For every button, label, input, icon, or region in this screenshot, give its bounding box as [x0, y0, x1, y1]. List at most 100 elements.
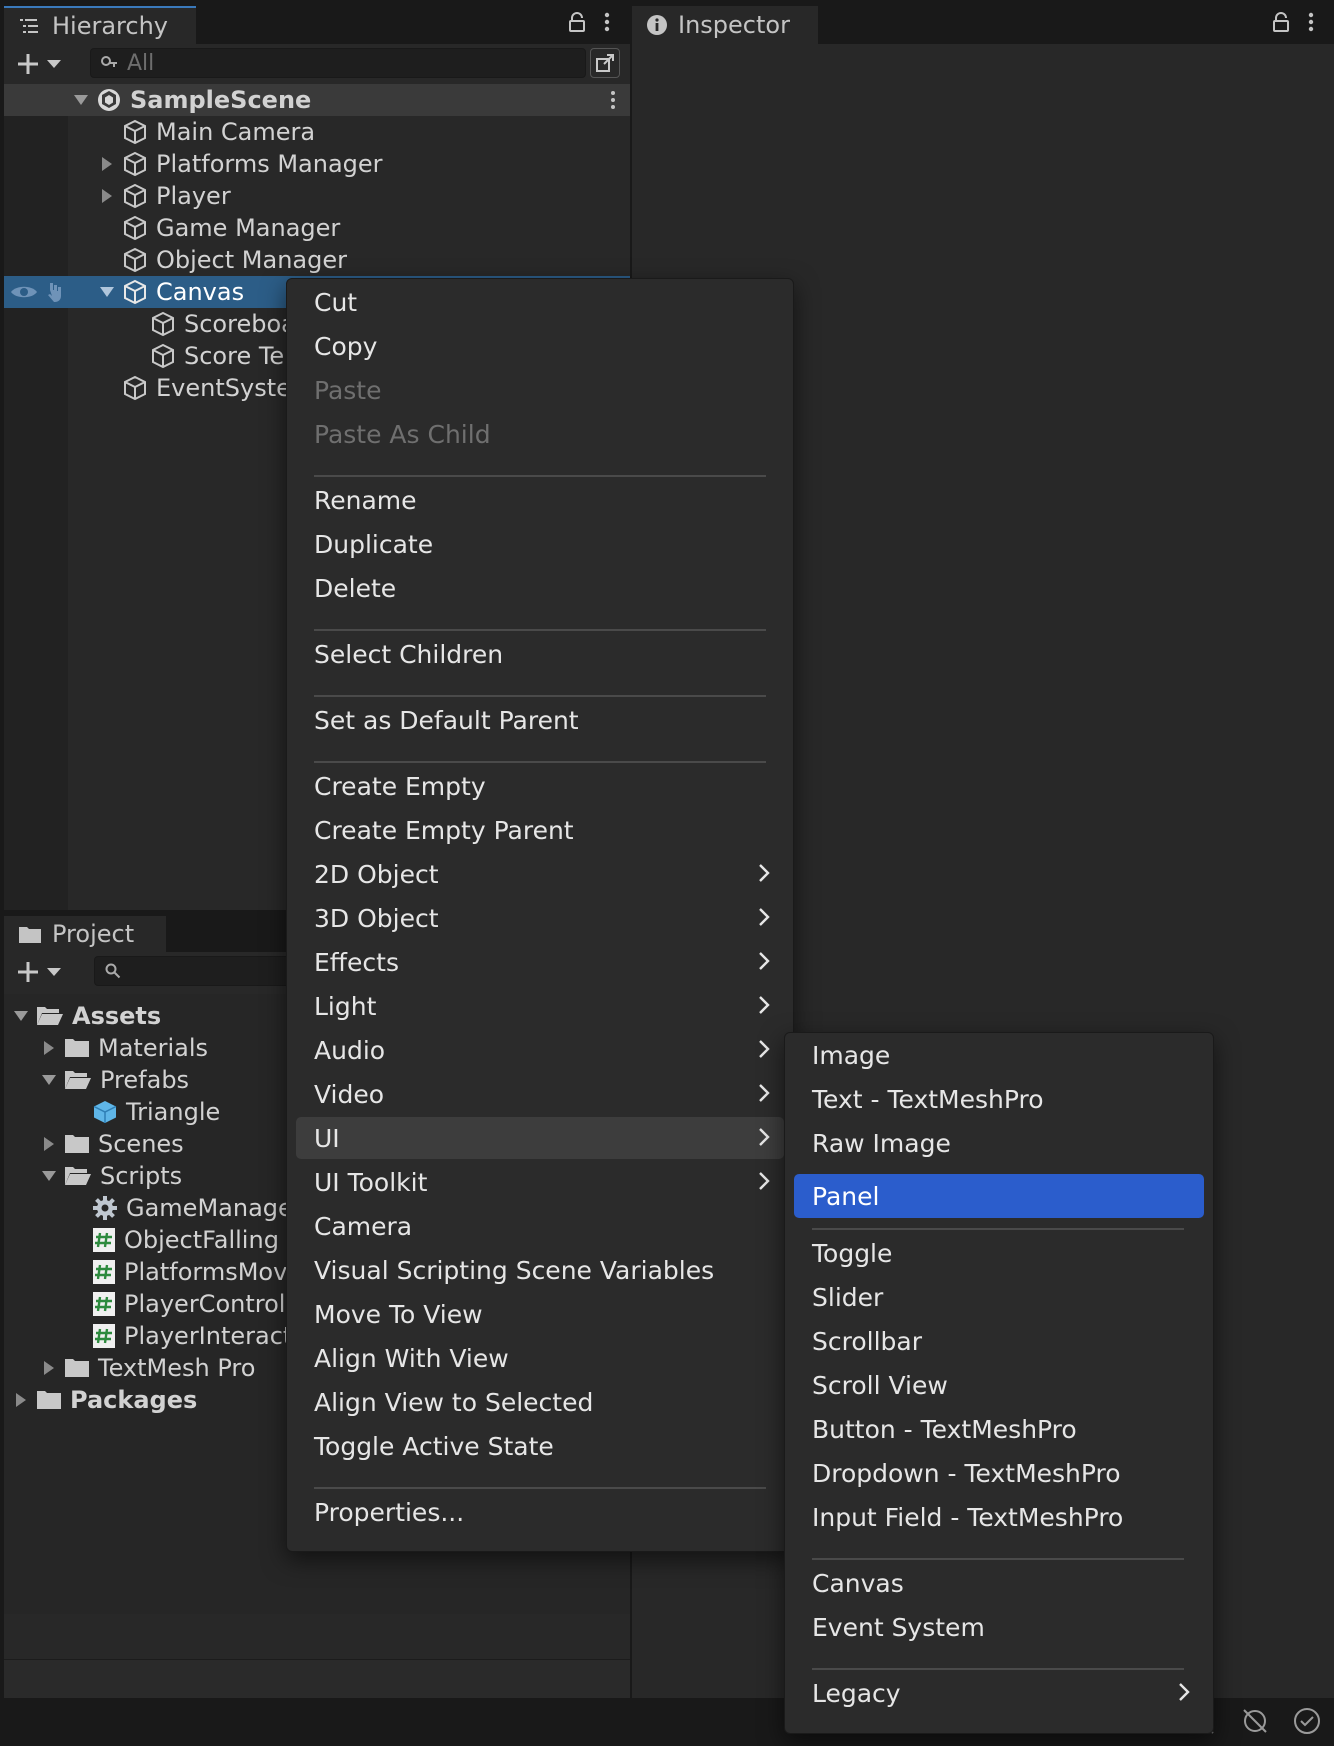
submenu-item-label: Slider	[812, 1282, 884, 1312]
gear-icon	[92, 1195, 118, 1221]
menu-item-cut[interactable]: Cut	[296, 281, 784, 323]
lock-icon[interactable]	[568, 12, 586, 32]
search-icon	[101, 56, 119, 70]
menu-item-label: Create Empty Parent	[314, 815, 574, 845]
menu-item-duplicate[interactable]: Duplicate	[296, 523, 784, 565]
menu-item-properties[interactable]: Properties...	[296, 1491, 784, 1533]
menu-item-select-children[interactable]: Select Children	[296, 633, 784, 675]
menu-item-create-empty-parent[interactable]: Create Empty Parent	[296, 809, 784, 851]
submenu-item-dropdown-textmeshpro[interactable]: Dropdown - TextMeshPro	[794, 1452, 1204, 1494]
menu-item-delete[interactable]: Delete	[296, 567, 784, 609]
menu-item-audio[interactable]: Audio	[296, 1029, 784, 1071]
submenu-item-image[interactable]: Image	[794, 1034, 1204, 1076]
hierarchy-search-input[interactable]: All	[90, 48, 586, 78]
menu-item-video[interactable]: Video	[296, 1073, 784, 1115]
expand-right-icon[interactable]	[98, 188, 116, 204]
expand-right-icon[interactable]	[12, 1392, 30, 1408]
check-circle-icon[interactable]	[1292, 1706, 1322, 1736]
chevron-right-icon	[758, 1083, 770, 1103]
pickable-hand-icon[interactable]	[44, 280, 68, 304]
search-in-scene-icon	[595, 53, 615, 73]
hierarchy-item[interactable]: Platforms Manager	[4, 148, 630, 180]
add-dropdown-button[interactable]	[16, 960, 62, 984]
submenu-item-scrollbar[interactable]: Scrollbar	[794, 1320, 1204, 1362]
hierarchy-item[interactable]: Object Manager	[4, 244, 630, 276]
folder-icon	[36, 1389, 62, 1411]
menu-item-ui-toolkit[interactable]: UI Toolkit	[296, 1161, 784, 1203]
plus-icon	[16, 52, 40, 76]
menu-item-camera[interactable]: Camera	[296, 1205, 784, 1247]
chevron-right-icon	[1178, 1682, 1190, 1702]
menu-item-set-default-parent[interactable]: Set as Default Parent	[296, 699, 784, 741]
chevron-right-icon	[758, 995, 770, 1015]
expand-down-icon[interactable]	[98, 286, 116, 298]
submenu-item-button-textmeshpro[interactable]: Button - TextMeshPro	[794, 1408, 1204, 1450]
menu-item-light[interactable]: Light	[296, 985, 784, 1027]
prefab-cube-icon	[92, 1099, 118, 1125]
submenu-item-text-textmeshpro[interactable]: Text - TextMeshPro	[794, 1078, 1204, 1120]
list-icon	[18, 16, 42, 36]
submenu-item-label: Toggle	[812, 1238, 893, 1268]
unity-scene-icon	[96, 87, 122, 113]
add-dropdown-button[interactable]	[16, 52, 62, 76]
kebab-menu-icon[interactable]	[1308, 12, 1314, 32]
menu-item-effects[interactable]: Effects	[296, 941, 784, 983]
menu-item-toggle-active-state[interactable]: Toggle Active State	[296, 1425, 784, 1467]
menu-item-label: Audio	[314, 1035, 386, 1065]
tab-project[interactable]: Project	[4, 916, 166, 952]
menu-item-ui[interactable]: UI	[296, 1117, 784, 1159]
expand-right-icon[interactable]	[40, 1136, 58, 1152]
menu-item-align-with-view[interactable]: Align With View	[296, 1337, 784, 1379]
lock-icon[interactable]	[1272, 12, 1290, 32]
submenu-item-legacy[interactable]: Legacy	[794, 1672, 1204, 1714]
hierarchy-toolbar: All	[4, 44, 630, 84]
expand-down-icon[interactable]	[12, 1010, 30, 1022]
submenu-item-input-field-textmeshpro[interactable]: Input Field - TextMeshPro	[794, 1496, 1204, 1538]
hierarchy-item[interactable]: Player	[4, 180, 630, 212]
submenu-item-slider[interactable]: Slider	[794, 1276, 1204, 1318]
expand-down-icon[interactable]	[40, 1074, 58, 1086]
expand-right-icon[interactable]	[98, 156, 116, 172]
submenu-item-panel[interactable]: Panel	[794, 1174, 1204, 1218]
menu-item-3d-object[interactable]: 3D Object	[296, 897, 784, 939]
expand-down-icon[interactable]	[72, 94, 90, 106]
menu-item-2d-object[interactable]: 2D Object	[296, 853, 784, 895]
menu-item-rename[interactable]: Rename	[296, 479, 784, 521]
submenu-item-event-system[interactable]: Event System	[794, 1606, 1204, 1648]
expand-right-icon[interactable]	[40, 1360, 58, 1376]
hierarchy-item-label: Game Manager	[156, 214, 341, 242]
submenu-item-label: Scroll View	[812, 1370, 948, 1400]
submenu-item-raw-image[interactable]: Raw Image	[794, 1122, 1204, 1164]
hierarchy-item[interactable]: Game Manager	[4, 212, 630, 244]
menu-item-align-view-to-selected[interactable]: Align View to Selected	[296, 1381, 784, 1423]
project-item-label: Prefabs	[100, 1066, 190, 1094]
menu-item-create-empty[interactable]: Create Empty	[296, 765, 784, 807]
menu-item-label: 3D Object	[314, 903, 439, 933]
expand-down-icon[interactable]	[40, 1170, 58, 1182]
expand-right-icon[interactable]	[40, 1040, 58, 1056]
menu-item-visual-scripting[interactable]: Visual Scripting Scene Variables	[296, 1249, 784, 1291]
menu-item-label: Cut	[314, 287, 358, 317]
menu-item-label: Visual Scripting Scene Variables	[314, 1255, 715, 1285]
kebab-menu-icon[interactable]	[604, 12, 610, 32]
collab-off-icon[interactable]	[1240, 1706, 1270, 1736]
submenu-item-scroll-view[interactable]: Scroll View	[794, 1364, 1204, 1406]
visibility-eye-icon[interactable]	[10, 284, 38, 300]
tab-inspector[interactable]: Inspector	[632, 6, 818, 44]
csharp-script-icon	[92, 1291, 116, 1317]
hierarchy-item[interactable]: Main Camera	[4, 116, 630, 148]
scene-row[interactable]: SampleScene	[4, 84, 630, 116]
folder-icon	[18, 924, 42, 944]
tab-hierarchy[interactable]: Hierarchy	[4, 6, 196, 44]
chevron-right-icon	[758, 907, 770, 927]
project-item-label: Scripts	[100, 1162, 183, 1190]
submenu-item-toggle[interactable]: Toggle	[794, 1232, 1204, 1274]
menu-item-move-to-view[interactable]: Move To View	[296, 1293, 784, 1335]
menu-separator	[314, 475, 766, 477]
scene-kebab-icon[interactable]	[610, 90, 616, 110]
scene-visibility-button[interactable]	[590, 48, 620, 78]
menu-item-copy[interactable]: Copy	[296, 325, 784, 367]
menu-item-label: Create Empty	[314, 771, 486, 801]
gameobject-cube-icon	[122, 279, 148, 305]
submenu-item-canvas[interactable]: Canvas	[794, 1562, 1204, 1604]
